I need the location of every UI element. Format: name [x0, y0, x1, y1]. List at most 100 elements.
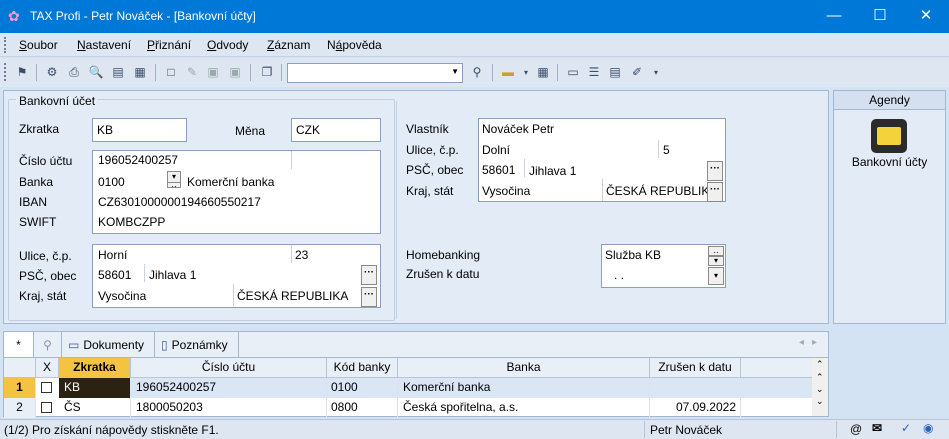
agenda-switch-icon[interactable]: ⚑ — [13, 63, 31, 81]
save-as-icon[interactable]: ▣ — [226, 63, 244, 81]
edit-record-icon[interactable]: ✎ — [183, 63, 201, 81]
v-psc-field[interactable]: 58601 — [482, 163, 515, 177]
edit-icon[interactable]: ✓ — [901, 421, 911, 435]
calendar-icon[interactable]: ▦ — [534, 63, 552, 81]
menu-nastaveni[interactable]: Nastavení — [77, 38, 131, 52]
grid-header-banka[interactable]: Banka — [398, 358, 650, 378]
maximize-button[interactable]: ☐ — [857, 0, 903, 33]
iban-field[interactable]: CZ6301000000194660550217 — [98, 195, 261, 209]
stat-field[interactable]: ČESKÁ REPUBLIKA — [237, 289, 348, 303]
toolbar-combo[interactable]: ▼ — [287, 63, 463, 83]
folder-dropdown-icon[interactable]: ▾ — [517, 63, 535, 81]
menu-odvody[interactable]: Odvody — [207, 38, 248, 52]
tab-poznamky[interactable]: ▯ Poznámky — [155, 332, 239, 358]
table-cell-zrusen[interactable] — [650, 378, 813, 398]
grid-header-x[interactable]: X — [36, 358, 59, 378]
tab-scroll-left-icon[interactable]: ◂ — [799, 337, 804, 348]
list-view-icon[interactable]: ☰ — [585, 63, 603, 81]
new-record-icon[interactable]: □ — [162, 63, 180, 81]
v-kraj-field[interactable]: Vysočina — [482, 184, 530, 198]
split-view-icon[interactable]: ▤ — [606, 63, 624, 81]
mena-field[interactable]: CZK — [291, 118, 381, 142]
table-cell-banka[interactable]: Komerční banka — [398, 378, 650, 398]
table-cell-cislo[interactable]: 1800050203 — [131, 398, 327, 418]
grid-header-cislo-uctu[interactable]: Číslo účtu — [131, 358, 327, 378]
form-view-icon[interactable]: ▭ — [564, 63, 582, 81]
close-button[interactable]: ✕ — [903, 0, 949, 33]
filter-icon[interactable]: ⚲ — [468, 63, 486, 81]
cislo-uctu-field[interactable]: 196052400257 — [98, 153, 178, 167]
check-icon[interactable]: ◉ — [923, 421, 933, 435]
scroll-up-icon[interactable]: ⌃ — [816, 372, 824, 383]
email-at-icon[interactable]: @ — [850, 422, 862, 436]
stat-lookup-button[interactable]: ··· — [361, 287, 377, 307]
table-cell-zkratka[interactable]: KB — [59, 378, 131, 398]
settings-icon[interactable]: ⚙ — [43, 63, 61, 81]
bank-accounts-icon[interactable] — [871, 119, 907, 153]
save-icon[interactable]: ▣ — [204, 63, 222, 81]
row-number[interactable]: 2 — [4, 398, 36, 418]
banka-lookup-button-2[interactable]: ‥ — [167, 181, 181, 189]
toolbar-separator — [557, 64, 558, 81]
zrusen-field[interactable]: . . — [614, 268, 624, 282]
menu-soubor-label: oubor — [27, 38, 58, 52]
homebanking-lookup-button[interactable]: ‥ — [708, 246, 724, 256]
tab-star[interactable]: * — [4, 332, 34, 358]
v-stat-lookup-button[interactable]: ··· — [707, 182, 723, 202]
zrusen-dropdown-button[interactable]: ▾ — [708, 267, 724, 285]
grid-header-kod-banky[interactable]: Kód banky — [327, 358, 398, 378]
menu-priznani[interactable]: Přiznání — [147, 38, 191, 52]
table-cell-banka[interactable]: Česká spořitelna, a.s. — [398, 398, 650, 418]
tools-dropdown-icon[interactable]: ▾ — [647, 63, 665, 81]
tools-icon[interactable]: ✐ — [628, 63, 646, 81]
minimize-button[interactable]: — — [811, 0, 857, 33]
table-cell-kod[interactable]: 0800 — [327, 398, 398, 418]
menu-zaznam[interactable]: Záznam — [267, 38, 310, 52]
scroll-down-icon[interactable]: ⌄ — [816, 396, 824, 407]
grid-header-zkratka[interactable]: Zkratka — [59, 358, 131, 378]
table-cell-zrusen[interactable]: 07.09.2022 — [650, 398, 741, 418]
banka-code-field[interactable]: 0100 — [98, 175, 125, 189]
export-pdf-icon[interactable]: ▤ — [109, 63, 127, 81]
table-cell-zkratka[interactable]: ČS — [59, 398, 131, 418]
tab-filter[interactable]: ⚲ — [34, 332, 62, 358]
scroll-up-icon[interactable]: ⌃ — [816, 359, 824, 370]
tab-dokumenty[interactable]: ▭ Dokumenty — [62, 332, 155, 358]
swift-field[interactable]: KOMBCZPP — [98, 215, 165, 229]
message-icon[interactable]: ✉ — [872, 421, 882, 435]
row-checkbox[interactable] — [41, 382, 52, 393]
grid-scrollbar[interactable]: ⌃ ⌃ ⌄ ⌄ — [812, 358, 828, 416]
v-obec-field[interactable]: Jihlava 1 — [529, 164, 576, 178]
v-stat-field[interactable]: ČESKÁ REPUBLIKA — [606, 184, 717, 198]
records-grid: X Zkratka Číslo účtu Kód banky Banka Zru… — [3, 357, 829, 418]
v-ulice-field[interactable]: Dolní — [482, 143, 510, 157]
menu-napoveda[interactable]: Nápověda — [327, 38, 382, 52]
menu-soubor[interactable]: Soubor — [19, 38, 58, 52]
copy-icon[interactable]: ❐ — [258, 63, 276, 81]
v-obec-lookup-button[interactable]: ··· — [707, 161, 723, 181]
print-preview-icon[interactable]: 🔍 — [87, 63, 105, 81]
folder-icon[interactable]: ▬ — [499, 63, 517, 81]
vlastnik-field[interactable]: Nováček Petr — [482, 122, 554, 136]
kraj-field[interactable]: Vysočina — [98, 289, 146, 303]
export-icon[interactable]: ▦ — [131, 63, 149, 81]
homebanking-field[interactable]: Služba KB — [605, 248, 661, 262]
psc-field[interactable]: 58601 — [98, 268, 131, 282]
row-checkbox[interactable] — [41, 402, 52, 413]
v-cp-field[interactable]: 5 — [663, 143, 670, 157]
table-cell-kod[interactable]: 0100 — [327, 378, 398, 398]
tab-bar: * ⚲ ▭ Dokumenty ▯ Poznámky ◂ ▸ — [3, 331, 829, 358]
row-number[interactable]: 1 — [4, 378, 36, 398]
table-cell-cislo[interactable]: 196052400257 — [131, 378, 327, 398]
obec-field[interactable]: Jihlava 1 — [149, 268, 196, 282]
print-icon[interactable]: ⎙ — [65, 63, 83, 81]
homebanking-dropdown-button[interactable]: ▾ — [708, 256, 724, 266]
cp-field[interactable]: 23 — [295, 248, 308, 262]
grid-header-zrusen[interactable]: Zrušen k datu — [650, 358, 741, 378]
obec-lookup-button[interactable]: ··· — [361, 265, 377, 285]
ulice-field[interactable]: Horní — [98, 248, 127, 262]
tab-scroll-right-icon[interactable]: ▸ — [812, 337, 817, 348]
scroll-down-icon[interactable]: ⌄ — [816, 384, 824, 395]
zkratka-field[interactable]: KB — [92, 118, 187, 142]
agendy-item-label[interactable]: Bankovní účty — [834, 155, 945, 169]
